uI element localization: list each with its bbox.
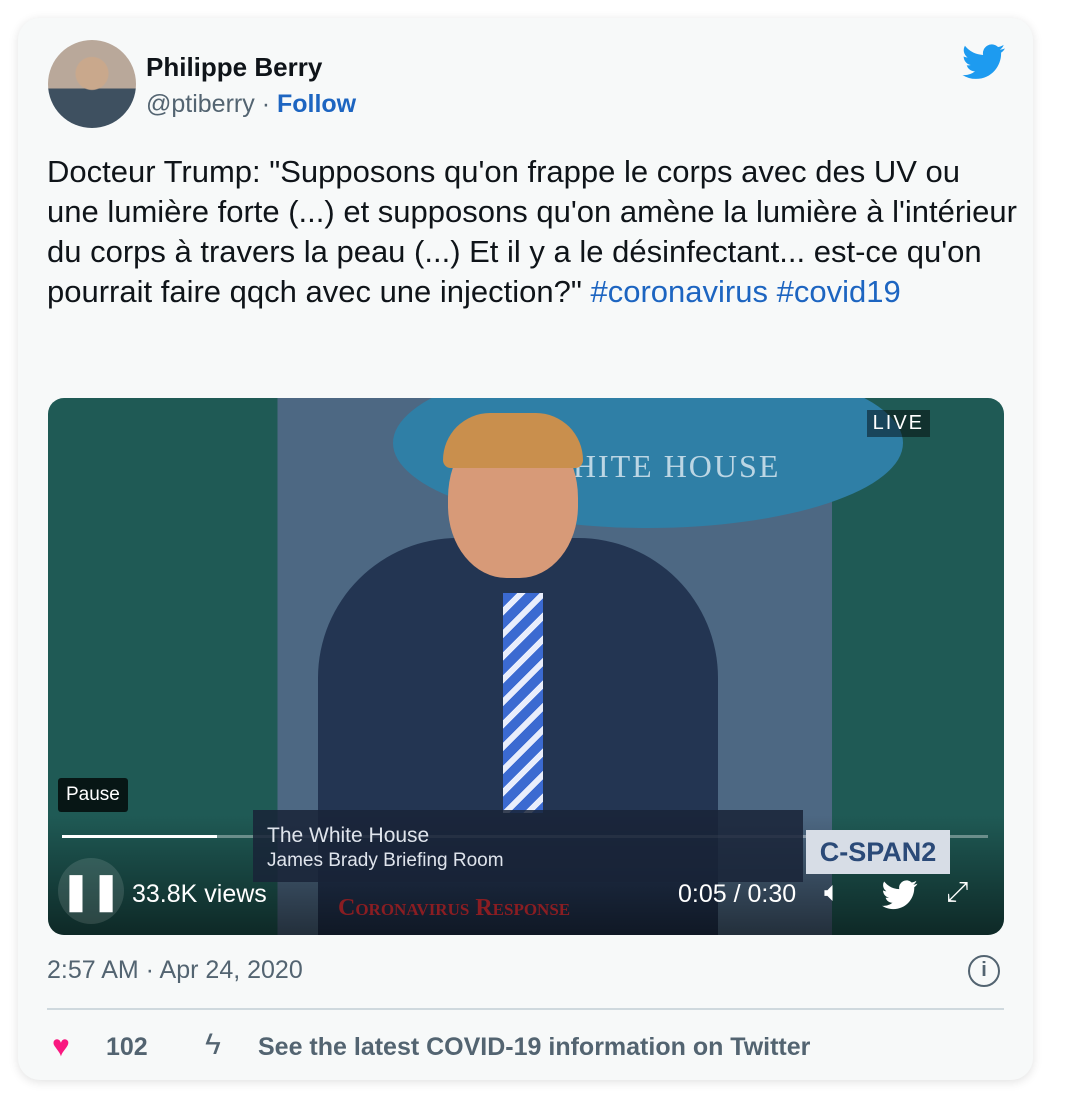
volume-icon[interactable]: 🔈︎ xyxy=(824,876,841,909)
lower-third-subtitle: James Brady Briefing Room xyxy=(267,850,504,871)
current-time: 0:05 xyxy=(678,880,727,908)
speaker-hair xyxy=(443,413,583,468)
pause-tooltip: Pause xyxy=(58,778,128,812)
pause-button[interactable]: ❚❚ xyxy=(58,858,124,924)
follow-link[interactable]: Follow xyxy=(277,90,356,118)
time-separator: / xyxy=(726,880,748,908)
tweet-text: Docteur Trump: "Supposons qu'on frappe l… xyxy=(47,152,1017,312)
lower-third: The White House James Brady Briefing Room xyxy=(253,810,803,882)
separator: · xyxy=(254,90,277,118)
heart-icon[interactable]: ♥ xyxy=(52,1030,70,1064)
divider xyxy=(47,1008,1004,1010)
hashtag-covid19[interactable]: #covid19 xyxy=(777,274,901,309)
author-name[interactable]: Philippe Berry xyxy=(146,52,322,83)
time-display: 0:05 / 0:30 xyxy=(678,880,796,909)
twitter-share-icon[interactable] xyxy=(882,880,918,910)
info-icon[interactable]: i xyxy=(968,955,1000,987)
duration: 0:30 xyxy=(747,880,797,908)
like-count[interactable]: 102 xyxy=(106,1033,148,1062)
hashtag-coronavirus[interactable]: #coronavirus xyxy=(591,274,768,309)
author-handle[interactable]: @ptiberry xyxy=(146,90,255,118)
pause-icon: ❚❚ xyxy=(60,870,122,911)
twitter-logo-icon[interactable] xyxy=(962,44,1006,80)
author-handle-line: @ptiberry · Follow xyxy=(146,90,356,119)
lightning-icon: ϟ xyxy=(205,1028,221,1061)
network-logo: C-SPAN2 xyxy=(806,830,950,874)
video-player[interactable]: THE WHITE HOUSE LIVE The White House Jame… xyxy=(48,398,1004,935)
speaker-tie xyxy=(503,593,543,813)
progress-fill xyxy=(62,835,217,838)
timestamp[interactable]: 2:57 AM · Apr 24, 2020 xyxy=(47,956,303,985)
banner-text: Coronavirus Response xyxy=(338,895,571,921)
view-count: 33.8K views xyxy=(132,880,267,908)
lower-third-title: The White House xyxy=(267,824,430,847)
live-badge: LIVE xyxy=(866,410,930,437)
fullscreen-icon[interactable]: ⤢ xyxy=(946,876,968,909)
avatar[interactable] xyxy=(48,40,136,128)
covid-info-link[interactable]: See the latest COVID-19 information on T… xyxy=(258,1033,810,1062)
